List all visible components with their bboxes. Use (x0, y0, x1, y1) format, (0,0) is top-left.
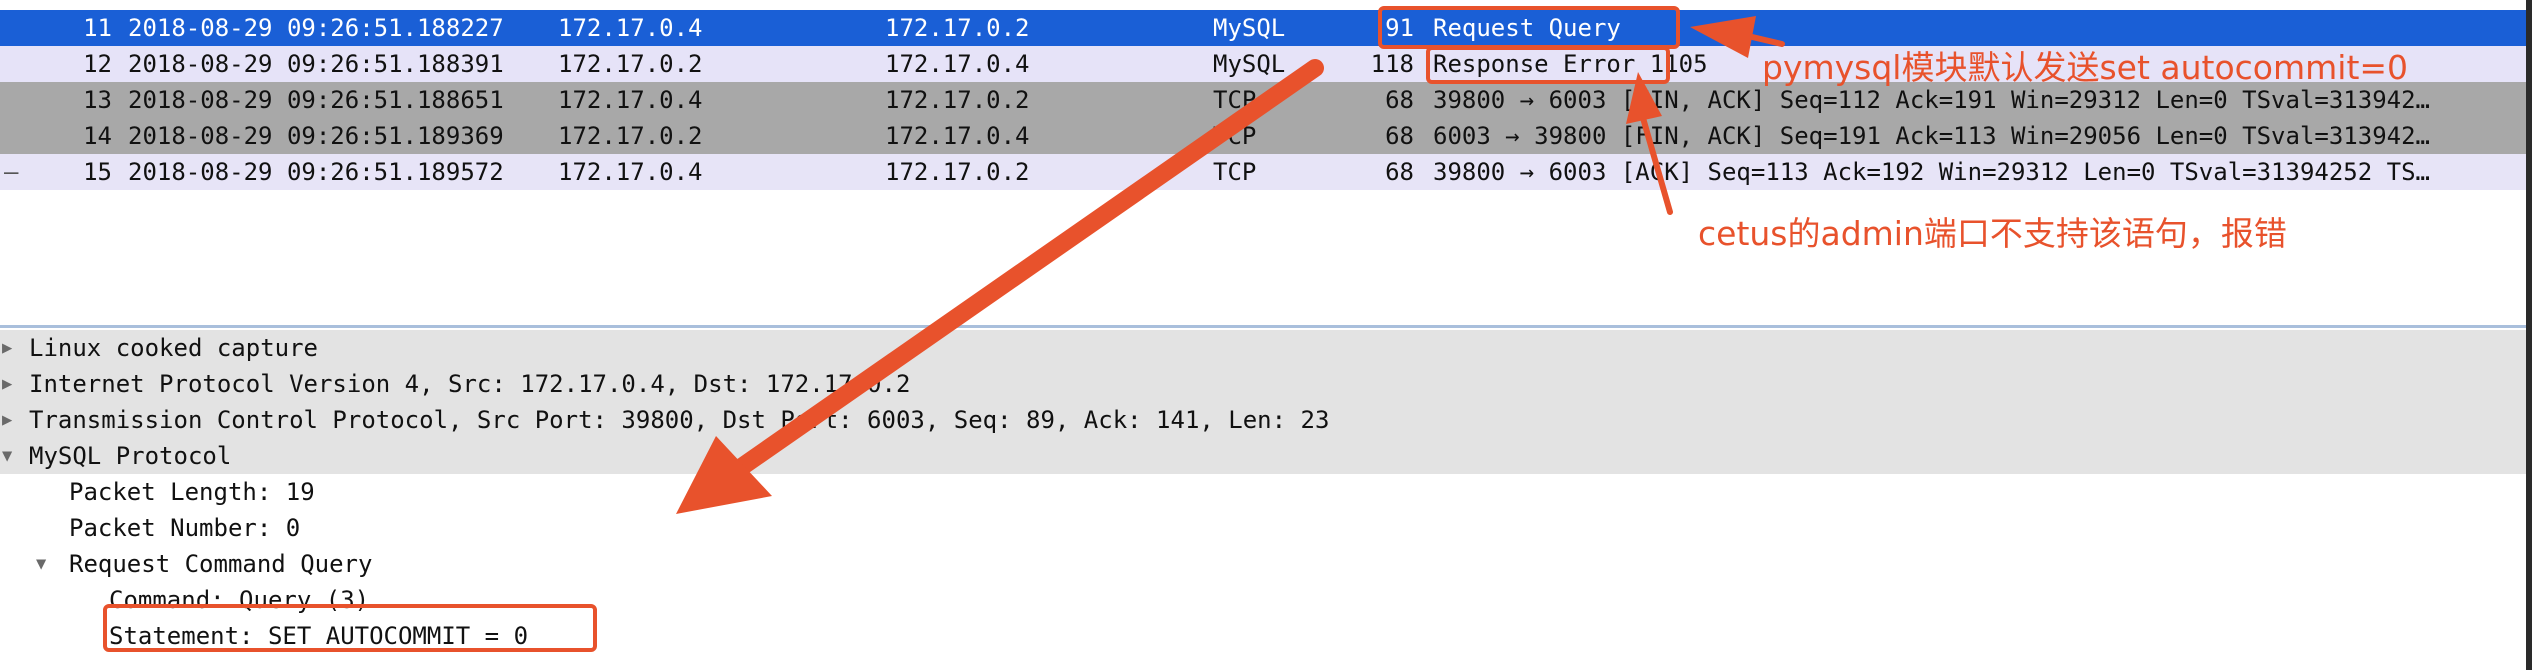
triangle-down-icon[interactable]: ▼ (2, 438, 12, 474)
packet-no: 15 (83, 158, 112, 186)
packet-source: 172.17.0.2 (558, 122, 703, 150)
annotation-pymysql-note: pymysql模块默认发送set autocommit=0 (1762, 48, 2409, 87)
packet-protocol: MySQL (1213, 14, 1286, 42)
detail-linux-cooked[interactable]: ▶ Linux cooked capture (0, 330, 2532, 366)
packet-destination: 172.17.0.2 (885, 14, 1030, 42)
detail-label: Request Command Query (69, 550, 373, 578)
packet-row-15[interactable]: – 15 2018-08-29 09:26:51.189572 172.17.0… (0, 154, 2532, 190)
detail-mysql-protocol[interactable]: ▼ MySQL Protocol (0, 438, 2532, 474)
packet-length: 118 (1370, 50, 1414, 78)
packet-destination: 172.17.0.2 (885, 86, 1030, 114)
packet-destination: 172.17.0.4 (885, 50, 1030, 78)
packet-length: 68 (1385, 122, 1414, 150)
packet-no: 13 (83, 86, 112, 114)
packet-destination: 172.17.0.2 (885, 158, 1030, 186)
detail-label: MySQL Protocol (29, 442, 232, 470)
packet-info: 6003 → 39800 [FIN, ACK] Seq=191 Ack=113 … (1433, 122, 2430, 150)
annotation-box-request-query (1378, 6, 1680, 49)
packet-source: 172.17.0.2 (558, 50, 703, 78)
packet-destination: 172.17.0.4 (885, 122, 1030, 150)
packet-length: 68 (1385, 158, 1414, 186)
detail-label: Transmission Control Protocol, Src Port:… (29, 406, 1330, 434)
packet-protocol: MySQL (1213, 50, 1286, 78)
packet-no: 11 (83, 14, 112, 42)
triangle-right-icon[interactable]: ▶ (2, 330, 12, 366)
packet-protocol: TCP (1213, 122, 1257, 150)
triangle-right-icon[interactable]: ▶ (2, 366, 12, 402)
detail-request-command[interactable]: ▼ Request Command Query (0, 546, 2532, 582)
detail-packet-length[interactable]: Packet Length: 19 (0, 474, 2532, 510)
packet-protocol: TCP (1213, 86, 1257, 114)
packet-no: 14 (83, 122, 112, 150)
packet-source: 172.17.0.4 (558, 14, 703, 42)
packet-time: 2018-08-29 09:26:51.189572 (128, 158, 504, 186)
detail-tcp[interactable]: ▶ Transmission Control Protocol, Src Por… (0, 402, 2532, 438)
detail-label: Packet Length: 19 (69, 478, 315, 506)
detail-label: Linux cooked capture (29, 334, 318, 362)
packet-time: 2018-08-29 09:26:51.188227 (128, 14, 504, 42)
triangle-right-icon[interactable]: ▶ (2, 402, 12, 438)
packet-info: 39800 → 6003 [ACK] Seq=113 Ack=192 Win=2… (1433, 158, 2430, 186)
annotation-cetus-note: cetus的admin端口不支持该语句，报错 (1698, 214, 2287, 253)
row-marker: – (4, 158, 19, 186)
packet-time: 2018-08-29 09:26:51.189369 (128, 122, 504, 150)
annotation-box-response-error (1426, 46, 1670, 84)
detail-label: Internet Protocol Version 4, Src: 172.17… (29, 370, 911, 398)
packet-protocol: TCP (1213, 158, 1257, 186)
packet-source: 172.17.0.4 (558, 158, 703, 186)
packet-length: 68 (1385, 86, 1414, 114)
annotation-box-statement (103, 604, 597, 652)
packet-row-14[interactable]: 14 2018-08-29 09:26:51.189369 172.17.0.2… (0, 118, 2532, 154)
detail-ipv4[interactable]: ▶ Internet Protocol Version 4, Src: 172.… (0, 366, 2532, 402)
packet-time: 2018-08-29 09:26:51.188651 (128, 86, 504, 114)
detail-label: Packet Number: 0 (69, 514, 301, 542)
packet-time: 2018-08-29 09:26:51.188391 (128, 50, 504, 78)
triangle-down-icon[interactable]: ▼ (36, 546, 46, 582)
window-edge (2526, 0, 2532, 670)
packet-no: 12 (83, 50, 112, 78)
packet-source: 172.17.0.4 (558, 86, 703, 114)
detail-packet-number[interactable]: Packet Number: 0 (0, 510, 2532, 546)
